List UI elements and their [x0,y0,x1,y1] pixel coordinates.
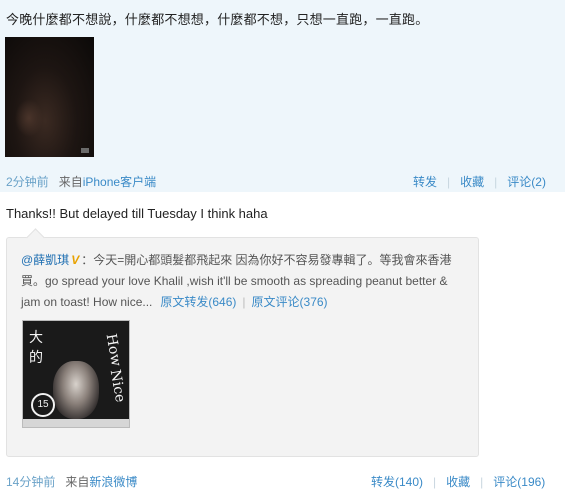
photo-doodle: 15 [31,393,55,417]
separator: | [242,295,246,309]
verified-badge-icon: V [71,253,80,267]
photo-doodle: 大 [29,330,43,346]
photo-doodle: How [102,332,125,368]
comment-button[interactable]: 评论(2) [507,175,546,189]
quoted-text: ：今天=開心都頭髮都飛起來 因為你好不容易發專輯了。等我會來香港買。go spr… [21,253,452,309]
source-prefix: 来自 [65,475,90,489]
source-link[interactable]: iPhone客户端 [83,175,156,189]
forward-button[interactable]: 转发 [413,175,437,189]
quoted-post: @薛凱琪 V ：今天=開心都頭髮都飛起來 因為你好不容易發專輯了。等我會來香港買。g… [6,228,479,457]
photo-thumbnail[interactable] [5,37,94,157]
photo-content [53,361,99,419]
favorite-button[interactable]: 收藏 [446,475,470,489]
post-text: 今晚什麼都不想說，什麼都不想想，什麼都不想，只想一直跑，一直跑。 [6,12,429,27]
separator: | [480,475,484,489]
photo-content [15,99,43,137]
post-actions: 转发(140) | 收藏 | 评论(196) [371,473,545,490]
photo-doodle: Nice [106,368,129,404]
original-forward-link[interactable]: 原文转发(646) [160,295,236,309]
separator: | [494,175,498,189]
post-meta: 14分钟前 来自新浪微博 [6,473,137,490]
forward-button[interactable]: 转发(140) [371,475,423,489]
post-text: Thanks!! But delayed till Tuesday I thin… [6,206,268,221]
favorite-button[interactable]: 收藏 [460,175,484,189]
quoted-text-block: @薛凱琪 V ：今天=開心都頭髮都飛起來 因為你好不容易發專輯了。等我會來香港買。g… [21,250,467,313]
post-time-link[interactable]: 2分钟前 [6,175,49,189]
post-time-link[interactable]: 14分钟前 [6,475,55,489]
quoted-user-link[interactable]: @薛凱琪 [21,253,69,267]
photo-watermark [81,148,89,153]
feed-item-1: 今晚什麼都不想說，什麼都不想想，什麼都不想，只想一直跑，一直跑。 2分钟前 来自i… [0,0,565,192]
separator: | [447,175,451,189]
photo-doodle: 的 [29,350,43,366]
post-actions: 转发 | 收藏 | 评论(2) [413,173,546,190]
quote-pointer [26,228,45,247]
original-comment-link[interactable]: 原文评论(376) [252,295,328,309]
source-link[interactable]: 新浪微博 [89,475,137,489]
post-meta: 2分钟前 来自iPhone客户端 [6,173,156,190]
comment-button[interactable]: 评论(196) [493,475,545,489]
photo-watermark [23,419,129,427]
separator: | [433,475,437,489]
source-prefix: 来自 [58,175,83,189]
photo-thumbnail[interactable]: 大 的 How Nice 15 [22,320,130,428]
